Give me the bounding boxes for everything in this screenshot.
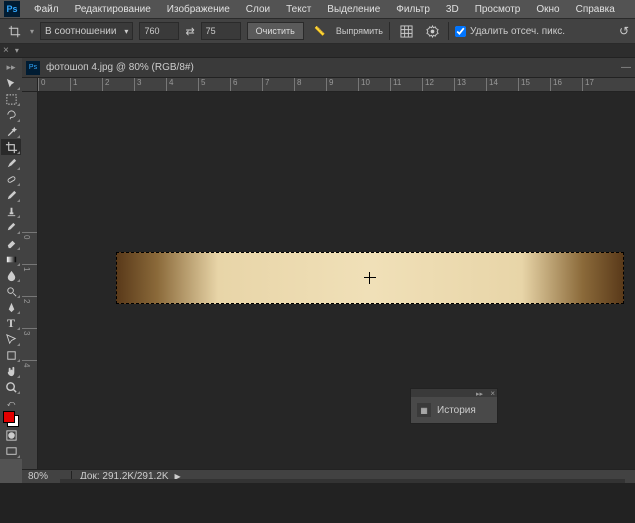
history-icon: ▦ [417,403,431,417]
menu-view[interactable]: Просмотр [467,2,529,17]
menu-text[interactable]: Текст [278,2,319,17]
tools-panel: ▸▸ T ⤺ [0,58,22,459]
grid-overlay-icon[interactable] [396,21,416,41]
text-tool[interactable]: T [1,315,21,331]
color-swatches[interactable] [3,411,19,427]
eyedropper-tool[interactable] [1,155,21,171]
panel-close-icon[interactable]: × [490,389,495,398]
swap-icon[interactable]: ⇄ [185,25,194,38]
path-tool[interactable] [1,331,21,347]
swap-colors-icon[interactable]: ⤺ [1,399,21,409]
menu-filter[interactable]: Фильтр [388,2,438,17]
bottom-area [0,483,635,523]
hand-tool[interactable] [1,363,21,379]
ruler-horizontal[interactable]: 01234567891011121314151617 [38,78,635,92]
gradient-tool[interactable] [1,251,21,267]
tab-close-icon[interactable]: × [0,45,12,56]
tab-dropdown-icon[interactable]: ▾ [12,46,22,55]
ruler-vertical[interactable]: 01234 [22,92,38,483]
document-title: фотошоп 4.jpg @ 80% (RGB/8#) [46,62,194,73]
canvas-image[interactable] [116,252,624,304]
tab-bar: × ▾ [0,44,635,58]
menu-window[interactable]: Окно [528,2,567,17]
crop-center-icon [364,272,376,284]
menu-layers[interactable]: Слои [238,2,278,17]
document-area: Ps фотошоп 4.jpg @ 80% (RGB/8#) — 012345… [22,58,635,483]
crop-ratio-select[interactable]: В соотношении▾ [40,22,133,40]
zoom-tool[interactable] [1,379,21,395]
move-tool[interactable] [1,75,21,91]
delete-cropped-checkbox[interactable]: Удалить отсеч. пикс. [455,26,565,37]
menu-help[interactable]: Справка [568,2,623,17]
clear-button[interactable]: Очистить [247,22,304,40]
app-logo: Ps [4,1,20,17]
foreground-color[interactable] [3,411,15,423]
quickmask-tool[interactable] [1,427,21,443]
straighten-icon[interactable]: 📏 [310,21,330,41]
pen-tool[interactable] [1,299,21,315]
crop-tool-icon[interactable] [4,21,24,41]
wand-tool[interactable] [1,123,21,139]
heal-tool[interactable] [1,171,21,187]
panel-header[interactable]: ▸▸ × [411,389,497,397]
canvas-viewport[interactable] [38,92,635,483]
document-tab[interactable]: Ps фотошоп 4.jpg @ 80% (RGB/8#) — [22,58,635,78]
panel-collapse-icon[interactable]: ▸▸ [476,390,483,398]
screenmode-tool[interactable] [1,443,21,459]
history-panel[interactable]: ▸▸ × ▦ История [410,388,498,424]
stamp-tool[interactable] [1,203,21,219]
dodge-tool[interactable] [1,283,21,299]
crop-tool[interactable] [1,139,21,155]
tools-collapse-icon[interactable]: ▸▸ [6,62,15,73]
gear-icon[interactable] [422,21,442,41]
crop-height-input[interactable] [201,22,241,40]
ruler-origin[interactable] [22,78,38,92]
menu-3d[interactable]: 3D [438,2,467,17]
history-label: История [437,405,476,416]
menu-file[interactable]: Файл [26,2,67,17]
blur-tool[interactable] [1,267,21,283]
menu-image[interactable]: Изображение [159,2,238,17]
tab-minimize-icon[interactable]: — [621,62,631,73]
menu-edit[interactable]: Редактирование [67,2,159,17]
doc-icon: Ps [26,61,40,75]
lasso-tool[interactable] [1,107,21,123]
shape-tool[interactable] [1,347,21,363]
brush-tool[interactable] [1,187,21,203]
history-brush-tool[interactable] [1,219,21,235]
straighten-label: Выпрямить [336,26,383,36]
menu-bar: Ps Файл Редактирование Изображение Слои … [0,0,635,18]
crop-width-input[interactable] [139,22,179,40]
eraser-tool[interactable] [1,235,21,251]
menu-select[interactable]: Выделение [319,2,388,17]
reset-icon[interactable]: ↺ [619,24,629,38]
marquee-tool[interactable] [1,91,21,107]
options-bar: ▾ В соотношении▾ ⇄ Очистить 📏 Выпрямить … [0,18,635,44]
